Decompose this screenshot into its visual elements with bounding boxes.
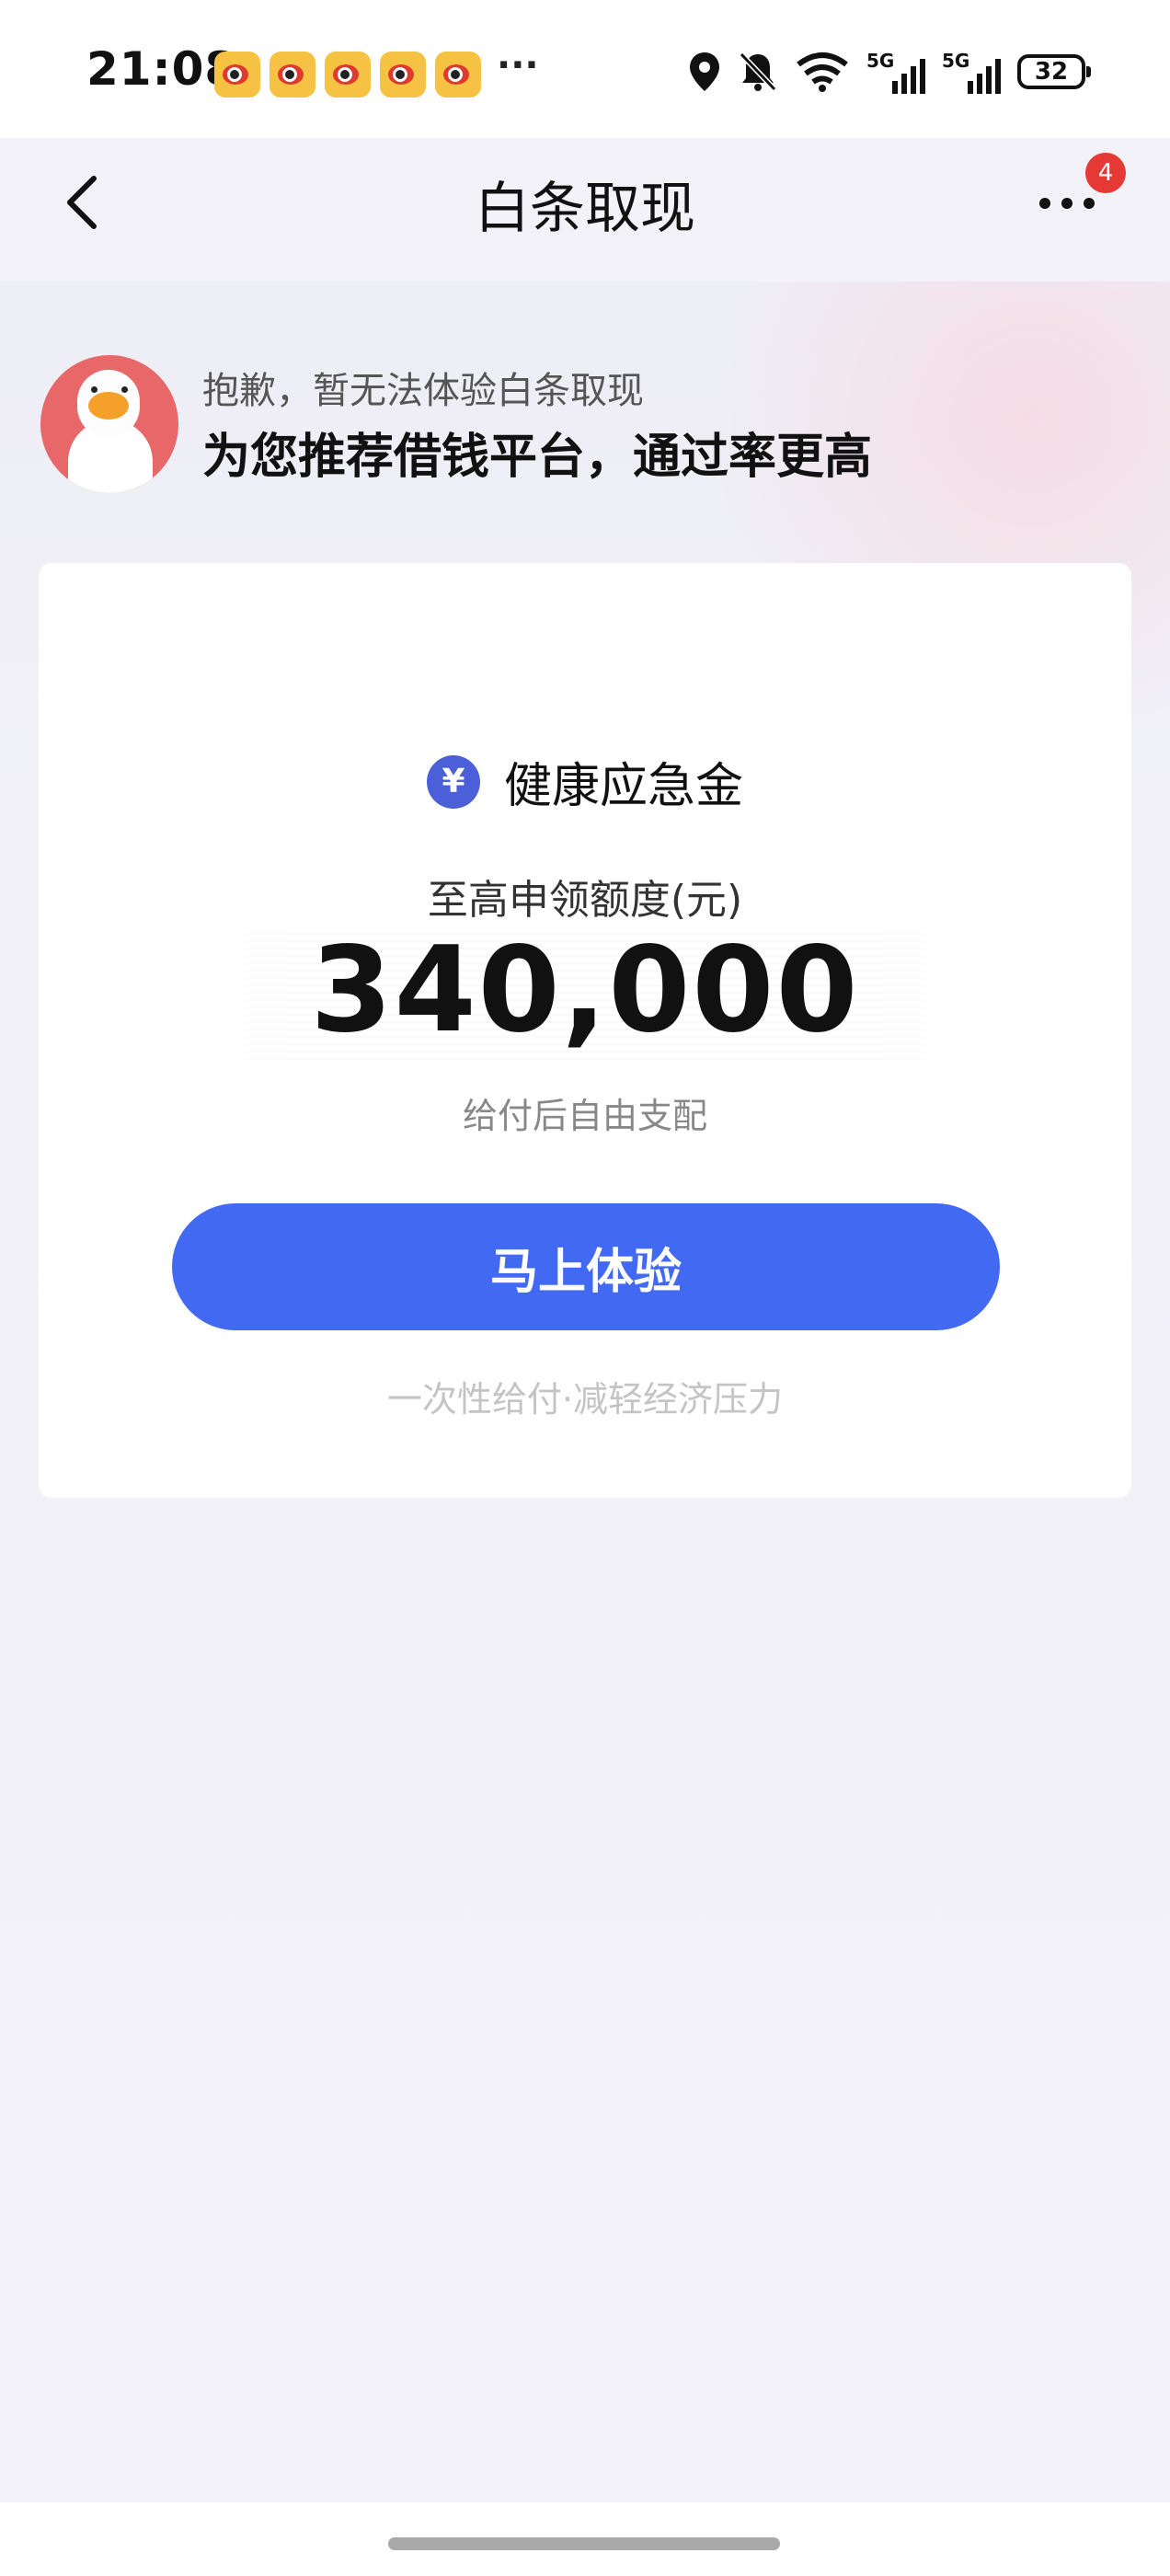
recommend-headline: 为您推荐借钱平台，通过率更高	[202, 430, 873, 485]
page-title: 白条取现	[475, 177, 695, 241]
status-bar: 21:08 ··· 5G 5G 32	[0, 0, 1170, 138]
weibo-icon	[270, 52, 315, 98]
weibo-icon	[325, 52, 371, 98]
loan-offer-card: ¥ 健康应急金 至高申领额度(元) 340,000 给付后自由支配 马上体验 一…	[39, 563, 1131, 1498]
notification-icons	[214, 52, 481, 98]
weibo-icon	[380, 52, 426, 98]
network-label: 5G	[942, 50, 970, 72]
product-name: 健康应急金	[503, 759, 743, 814]
more-dots-icon	[1039, 198, 1050, 209]
signal-icon: 5G	[942, 50, 1001, 94]
battery-icon: 32	[1017, 54, 1091, 89]
back-button[interactable]	[55, 166, 110, 239]
try-now-button[interactable]: 马上体验	[172, 1203, 1000, 1330]
signal-icon: 5G	[866, 50, 925, 94]
main-content: 抱歉，暂无法体验白条取现 为您推荐借钱平台，通过率更高 ¥ 健康应急金 至高申领…	[0, 282, 1170, 2502]
more-notifications-indicator: ···	[497, 44, 539, 86]
notification-badge: 4	[1085, 153, 1126, 193]
limit-amount: 340,000	[310, 922, 860, 1059]
home-indicator[interactable]	[388, 2537, 780, 2550]
system-icons: 5G 5G 32	[688, 50, 1091, 94]
yuan-icon: ¥	[426, 754, 480, 809]
bottom-gesture-area	[0, 2502, 1170, 2576]
network-label: 5G	[866, 50, 895, 72]
chevron-left-icon	[67, 176, 97, 229]
footnote-text: 一次性给付·减轻经济压力	[386, 1379, 784, 1420]
location-icon	[690, 52, 719, 91]
wifi-icon	[797, 52, 848, 92]
sorry-message: 抱歉，暂无法体验白条取现	[202, 370, 644, 412]
mute-bell-icon	[739, 52, 777, 92]
product-title-row: ¥ 健康应急金	[39, 747, 1131, 816]
goose-mascot-avatar	[40, 355, 178, 493]
usage-note: 给付后自由支配	[462, 1096, 707, 1136]
weibo-icon	[214, 52, 260, 98]
limit-label: 至高申领额度(元)	[427, 877, 743, 924]
weibo-icon	[435, 52, 481, 98]
